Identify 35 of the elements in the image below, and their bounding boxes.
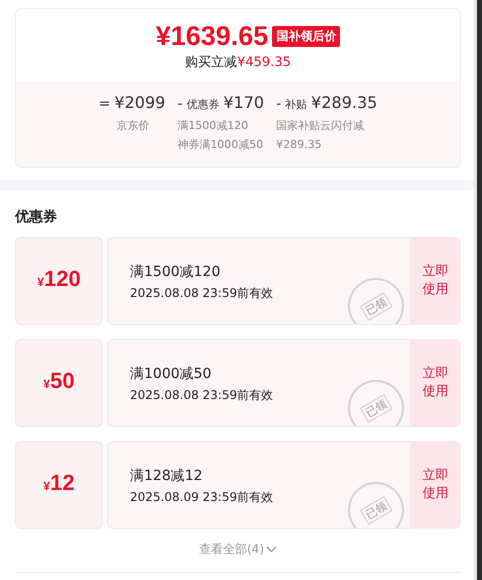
breakdown-value: ¥170 [223,93,264,112]
breakdown-label: 补贴 [285,97,308,112]
breakdown-value: ¥289.35 [311,93,378,112]
coupon-validity: 2025.08.08 23:59前有效 [130,387,274,404]
operator: - [177,96,182,112]
operator: = [98,96,110,112]
currency-symbol: ¥ [43,479,50,493]
currency-symbol: ¥ [37,275,44,289]
price-badge: 国补领后价 [272,26,340,46]
use-now-button[interactable]: 立即使用 [410,237,461,325]
coupon-condition: 满128减12 [130,467,204,486]
final-price: ¥1639.65 [156,21,268,51]
saving-label: 购买立减 [185,55,238,70]
breakdown-note: 满1500减120 [177,118,250,134]
coupon-amount: 12 [50,470,75,496]
coupon-validity: 2025.08.09 23:59前有效 [130,489,274,506]
coupon-amount: 120 [44,266,81,292]
coupon-amount: 50 [50,368,75,394]
breakdown-note: 京东价 [116,118,151,134]
breakdown-value: ¥2099 [114,93,166,112]
coupon-validity: 2025.08.08 23:59前有效 [130,285,274,302]
currency-symbol: ¥ [43,377,50,391]
breakdown-note: 神券满1000减50 [177,137,264,153]
breakdown-note: 国家补贴云闪付减 [276,118,366,134]
use-now-button[interactable]: 立即使用 [410,441,461,529]
coupon-condition: 满1500减120 [130,263,222,282]
use-now-button[interactable]: 立即使用 [410,339,461,427]
chevron-down-icon [266,546,277,553]
section-title: 优惠券 [15,208,58,226]
breakdown-label: 优惠券 [186,97,220,112]
operator: - [276,96,282,112]
view-all-link[interactable]: 查看全部(4) [197,539,279,560]
breakdown-note: ¥289.35 [276,137,323,153]
saving-amount: ¥459.35 [237,55,291,70]
coupon-condition: 满1000减50 [130,365,212,384]
